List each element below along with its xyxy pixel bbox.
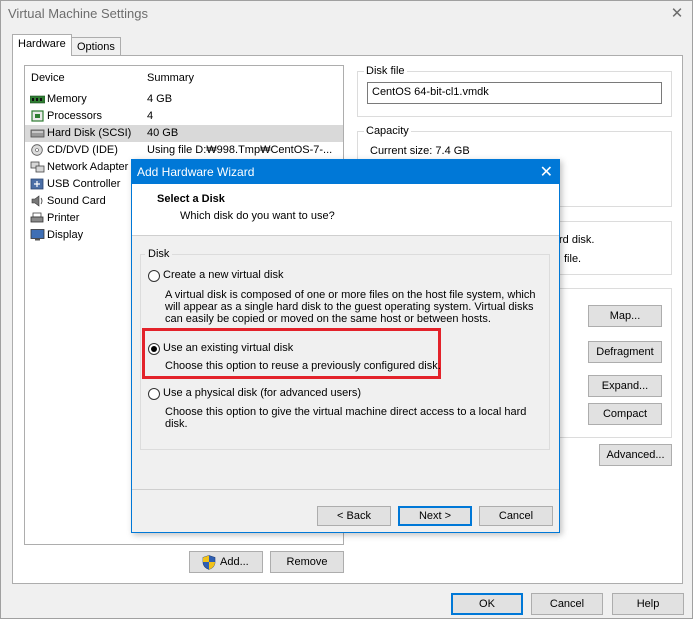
- current-size-text: Current size: 7.4 GB: [370, 145, 470, 157]
- device-summary: 40 GB: [147, 127, 179, 139]
- window-title: Virtual Machine Settings: [8, 6, 148, 21]
- cancel-button[interactable]: Cancel: [531, 593, 603, 615]
- disk-group-label: Disk: [145, 248, 173, 260]
- compact-button[interactable]: Compact: [588, 403, 662, 425]
- device-name: USB Controller: [47, 178, 121, 190]
- add-hardware-wizard: Add Hardware Wizard ✕ Select a Disk Whic…: [131, 159, 560, 533]
- column-header-device[interactable]: Device: [31, 72, 65, 84]
- wizard-titlebar: Add Hardware Wizard ✕: [132, 160, 559, 184]
- device-summary: 4 GB: [147, 93, 173, 105]
- advanced-button[interactable]: Advanced...: [599, 444, 672, 466]
- processor-icon: [31, 110, 44, 122]
- capacity-label: Capacity: [364, 125, 411, 137]
- device-summary: 4: [147, 110, 154, 122]
- device-name: Hard Disk (SCSI): [47, 127, 132, 139]
- wizard-subheading: Which disk do you want to use?: [180, 210, 335, 222]
- remove-button[interactable]: Remove: [270, 551, 344, 573]
- desc-line: can easily be copied or moved on the sam…: [165, 313, 491, 325]
- printer-icon: [30, 212, 44, 223]
- disk-file-label: Disk file: [364, 65, 407, 77]
- wizard-separator: [132, 489, 559, 490]
- cd-dvd-icon: [31, 144, 43, 156]
- close-icon[interactable]: ✕: [540, 162, 553, 182]
- option-label-create-new[interactable]: Create a new virtual disk: [163, 269, 283, 281]
- shield-icon: [202, 555, 216, 570]
- option-desc-create-new: A virtual disk is composed of one or mor…: [165, 289, 536, 325]
- expand-button[interactable]: Expand...: [588, 375, 662, 397]
- map-button[interactable]: Map...: [588, 305, 662, 327]
- hard-disk-icon: [30, 129, 45, 138]
- add-button-label: Add...: [220, 556, 249, 568]
- disk-file-field[interactable]: CentOS 64-bit-cl1.vmdk: [367, 82, 662, 104]
- option-desc-use-existing: Choose this option to reuse a previously…: [165, 360, 441, 372]
- option-label-use-existing[interactable]: Use an existing virtual disk: [163, 342, 293, 354]
- device-name: Printer: [47, 212, 80, 224]
- display-icon: [30, 229, 45, 241]
- device-row-processors[interactable]: Processors 4: [25, 108, 343, 125]
- radio-use-existing-disk[interactable]: [148, 343, 160, 355]
- device-name: Sound Card: [47, 195, 106, 207]
- device-name: Display: [47, 229, 84, 241]
- device-summary: Using file D:₩998.Tmp₩CentOS-7-...: [147, 144, 333, 156]
- ok-button[interactable]: OK: [451, 593, 523, 615]
- wizard-heading: Select a Disk: [157, 193, 225, 205]
- device-name: CD/DVD (IDE): [47, 144, 118, 156]
- device-row-hard-disk[interactable]: Hard Disk (SCSI) 40 GB: [25, 125, 343, 142]
- column-header-summary[interactable]: Summary: [147, 72, 194, 84]
- add-button[interactable]: Add...: [189, 551, 263, 573]
- radio-physical-disk[interactable]: [148, 388, 160, 400]
- back-button[interactable]: < Back: [317, 506, 391, 526]
- desc-line: Choose this option to reuse a previously…: [165, 360, 441, 372]
- option-label-physical[interactable]: Use a physical disk (for advanced users): [163, 387, 361, 399]
- desc-line: disk.: [165, 418, 188, 430]
- device-row-cd-dvd[interactable]: CD/DVD (IDE) Using file D:₩998.Tmp₩CentO…: [25, 142, 343, 159]
- help-button[interactable]: Help: [612, 593, 684, 615]
- close-icon[interactable]: ✕: [665, 4, 689, 24]
- disk-info-line2: file.: [564, 253, 582, 265]
- wizard-header: Select a Disk Which disk do you want to …: [132, 184, 559, 236]
- device-row-memory[interactable]: Memory 4 GB: [25, 91, 343, 108]
- wizard-title: Add Hardware Wizard: [137, 165, 255, 179]
- disk-info-line1: rd disk.: [559, 234, 595, 246]
- tab-options[interactable]: Options: [71, 37, 121, 57]
- wizard-cancel-button[interactable]: Cancel: [479, 506, 553, 526]
- defragment-button[interactable]: Defragment: [588, 341, 662, 363]
- network-adapter-icon: [30, 161, 45, 173]
- device-name: Memory: [47, 93, 87, 105]
- tab-hardware[interactable]: Hardware: [12, 34, 72, 56]
- usb-icon: [30, 178, 44, 190]
- desc-line: A virtual disk is composed of one or mor…: [165, 289, 536, 301]
- device-name: Processors: [47, 110, 103, 122]
- memory-icon: [30, 95, 45, 104]
- option-desc-physical: Choose this option to give the virtual m…: [165, 406, 526, 430]
- next-button[interactable]: Next >: [398, 506, 472, 526]
- device-name: Network Adapter: [47, 161, 129, 173]
- desc-line: Choose this option to give the virtual m…: [165, 406, 527, 418]
- sound-card-icon: [31, 195, 43, 207]
- desc-line: will appear as a single hard disk to the…: [165, 301, 534, 313]
- radio-create-new-disk[interactable]: [148, 270, 160, 282]
